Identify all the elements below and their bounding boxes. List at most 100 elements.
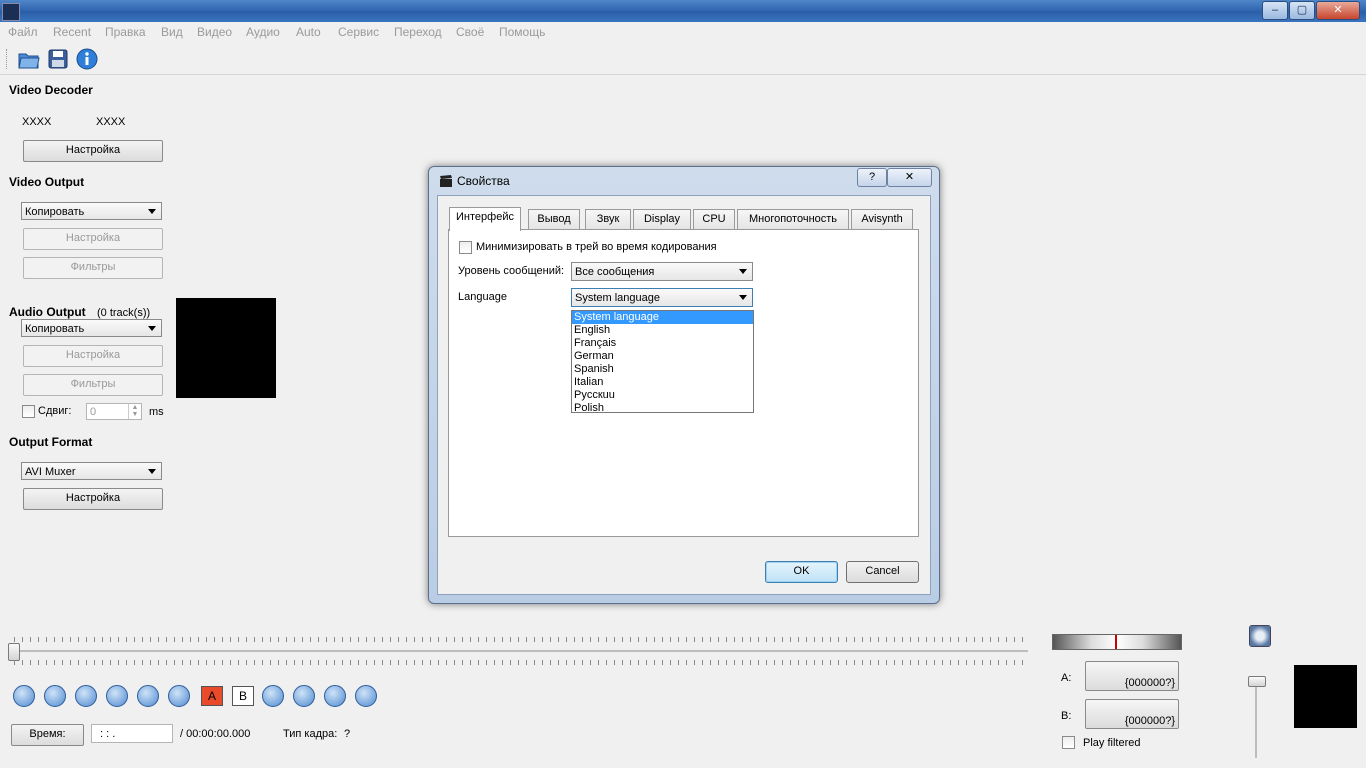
language-option[interactable]: System language	[572, 311, 753, 324]
menu-view[interactable]: Вид	[161, 25, 183, 39]
decoder-config-button[interactable]: Настройка	[23, 140, 163, 162]
language-select[interactable]: System language	[571, 288, 753, 307]
maximize-button[interactable]: ▢	[1289, 1, 1315, 20]
menu-help[interactable]: Помощь	[499, 25, 545, 39]
tab-display[interactable]: Display	[633, 209, 691, 230]
goto-start-icon[interactable]	[324, 685, 346, 707]
menu-recent[interactable]: Recent	[53, 25, 91, 39]
chevron-down-icon	[148, 326, 156, 331]
tab-cpu[interactable]: CPU	[693, 209, 735, 230]
save-disk-icon[interactable]	[47, 48, 69, 70]
spin-arrows-icon[interactable]: ▲ ▼	[128, 404, 141, 419]
audio-filters-button[interactable]: Фильтры	[23, 374, 163, 396]
msg-level-select[interactable]: Все сообщения	[571, 262, 753, 281]
tab-output[interactable]: Вывод	[528, 209, 580, 230]
toolbar	[0, 44, 1366, 75]
ok-button[interactable]: OK	[765, 561, 838, 583]
play-icon[interactable]	[13, 685, 35, 707]
minimize-tray-label: Минимизировать в трей во время кодирован…	[476, 241, 717, 253]
time-button[interactable]: Время:	[11, 724, 84, 746]
goto-marker-a-icon[interactable]	[262, 685, 284, 707]
volume-icon[interactable]	[1249, 625, 1271, 647]
dialog-close-button[interactable]: ✕	[887, 168, 932, 187]
menu-auto[interactable]: Auto	[296, 25, 321, 39]
next-keyframe-icon[interactable]	[168, 685, 190, 707]
volume-slider-thumb[interactable]	[1248, 676, 1266, 687]
decoder-codec-b: XXXX	[96, 116, 126, 128]
minimize-button[interactable]: –	[1262, 1, 1288, 20]
tab-multithreading[interactable]: Многопоточность	[737, 209, 849, 230]
menu-edit[interactable]: Правка	[105, 25, 146, 39]
volume-track[interactable]	[1255, 676, 1257, 758]
audio-track-count: (0 track(s))	[96, 307, 151, 319]
title-bar	[0, 0, 1366, 22]
prev-frame-icon[interactable]	[75, 685, 97, 707]
marker-b-button[interactable]: {000000?}	[1085, 699, 1179, 729]
shift-unit: ms	[149, 406, 164, 418]
chevron-down-icon	[739, 269, 747, 274]
minimize-tray-checkbox[interactable]	[459, 241, 472, 254]
menu-tools[interactable]: Сервис	[338, 25, 379, 39]
menu-audio[interactable]: Аудио	[246, 25, 280, 39]
decoder-codec-a: XXXX	[22, 116, 52, 128]
jog-shuttle[interactable]	[1052, 634, 1182, 650]
prev-keyframe-icon[interactable]	[137, 685, 159, 707]
video-config-button[interactable]: Настройка	[23, 228, 163, 250]
timeline-slider-thumb[interactable]	[8, 643, 20, 661]
menu-go[interactable]: Переход	[394, 25, 442, 39]
format-config-button[interactable]: Настройка	[23, 488, 163, 510]
menu-custom[interactable]: Своё	[456, 25, 484, 39]
close-window-button[interactable]: ✕	[1316, 1, 1360, 20]
language-option[interactable]: Spanish	[572, 363, 753, 376]
language-option[interactable]: Polish	[572, 402, 753, 415]
toolbar-grip	[6, 49, 9, 69]
output-format-select[interactable]: AVI Muxer	[21, 462, 162, 480]
audio-output-select[interactable]: Копировать	[21, 319, 162, 337]
tab-sound[interactable]: Звук	[585, 209, 631, 230]
goto-end-icon[interactable]	[355, 685, 377, 707]
language-dropdown-list: System language English Français German …	[571, 310, 754, 415]
timeline-track[interactable]	[14, 650, 1028, 652]
video-output-select[interactable]: Копировать	[21, 202, 162, 220]
output-format-title: Output Format	[9, 435, 93, 449]
set-marker-a-button[interactable]: A	[201, 686, 223, 706]
audio-preview	[176, 298, 276, 398]
next-frame-icon[interactable]	[106, 685, 128, 707]
shift-checkbox[interactable]	[22, 405, 35, 418]
jog-indicator	[1115, 635, 1117, 649]
marker-b-label: B:	[1061, 710, 1072, 722]
marker-a-button[interactable]: {000000?}	[1085, 661, 1179, 691]
tab-interface[interactable]: Интерфейс	[449, 207, 521, 231]
shift-label: Сдвиг:	[38, 405, 72, 417]
audio-config-button[interactable]: Настройка	[23, 345, 163, 367]
audio-output-value: Копировать	[25, 323, 85, 335]
app-icon	[2, 3, 20, 21]
stop-icon[interactable]	[44, 685, 66, 707]
language-option[interactable]: Italian	[572, 376, 753, 389]
time-input[interactable]: : : .	[91, 724, 173, 743]
info-icon[interactable]	[76, 48, 98, 70]
video-filters-button[interactable]: Фильтры	[23, 257, 163, 279]
language-option[interactable]: Français	[572, 337, 753, 350]
video-preview	[1294, 665, 1357, 728]
duration-text: / 00:00:00.000	[180, 728, 251, 740]
language-value: System language	[575, 292, 660, 304]
dialog-title: Свойства	[457, 174, 510, 188]
language-option[interactable]: English	[572, 324, 753, 337]
open-folder-icon[interactable]	[18, 48, 40, 70]
tab-avisynth[interactable]: Avisynth	[851, 209, 913, 230]
language-option[interactable]: German	[572, 350, 753, 363]
language-option[interactable]: Pyccкuu	[572, 389, 753, 402]
play-filtered-checkbox[interactable]	[1062, 736, 1075, 749]
menu-file[interactable]: Файл	[8, 25, 38, 39]
frame-type-label: Тип кадра:	[283, 728, 338, 740]
help-button[interactable]: ?	[857, 168, 887, 187]
video-output-title: Video Output	[9, 175, 85, 189]
set-marker-b-button[interactable]: B	[232, 686, 254, 706]
chevron-down-icon	[739, 295, 747, 300]
clapperboard-icon	[440, 175, 452, 187]
goto-marker-b-icon[interactable]	[293, 685, 315, 707]
shift-spinbox[interactable]: 0 ▲ ▼	[86, 403, 142, 420]
cancel-button[interactable]: Cancel	[846, 561, 919, 583]
menu-video[interactable]: Видео	[197, 25, 232, 39]
